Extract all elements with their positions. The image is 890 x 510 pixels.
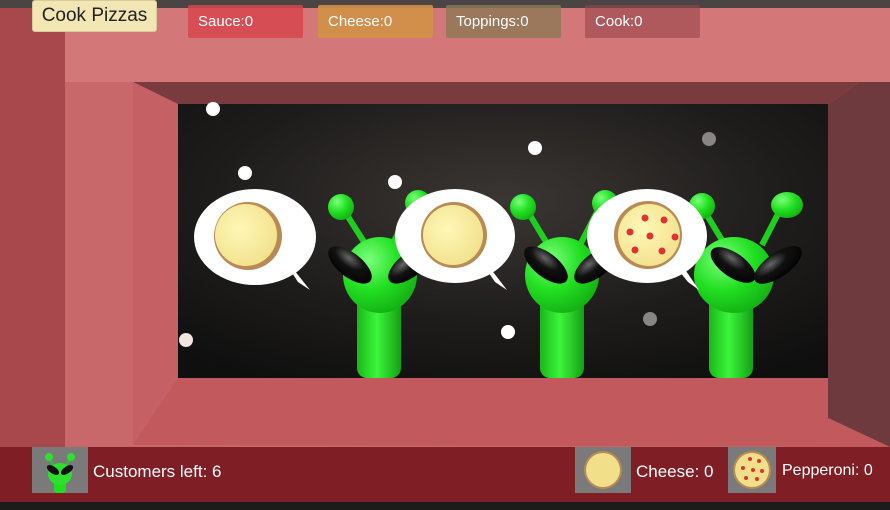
snow-particle — [388, 175, 402, 189]
snow-particle — [179, 333, 193, 347]
status-bar-edge — [0, 502, 890, 510]
toppings-counter[interactable]: Toppings:0 — [446, 5, 561, 38]
alien-portrait-icon — [32, 447, 88, 493]
snow-particle — [206, 102, 220, 116]
cheese-counter[interactable]: Cheese:0 — [318, 5, 433, 38]
snow-particle — [238, 166, 252, 180]
cook-counter[interactable]: Cook:0 — [585, 5, 700, 38]
snow-particle — [702, 132, 716, 146]
cheese-pizza-count: Cheese: 0 — [636, 462, 714, 481]
pepperoni-pizza-count: Pepperoni: 0 — [782, 462, 873, 479]
snow-particle — [528, 141, 542, 155]
sauce-counter[interactable]: Sauce:0 — [188, 5, 303, 38]
game-scene — [0, 0, 890, 510]
pepperoni-pizza-icon — [728, 447, 776, 493]
snow-particle — [643, 312, 657, 326]
snow-particle — [501, 325, 515, 339]
cheese-pizza-icon — [575, 447, 631, 493]
cook-pizzas-button[interactable]: Cook Pizzas — [32, 0, 157, 32]
customers-left-label: Customers left: 6 — [93, 462, 222, 481]
